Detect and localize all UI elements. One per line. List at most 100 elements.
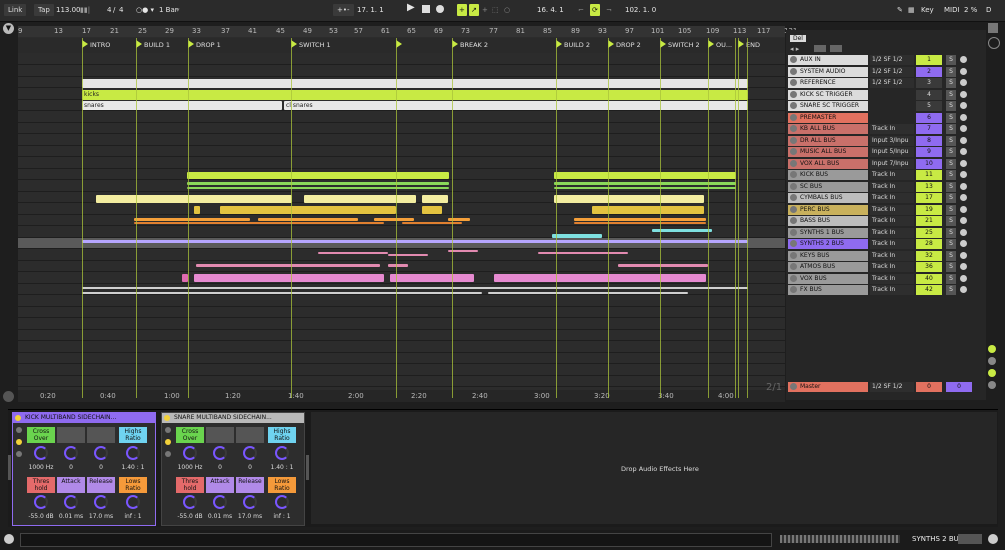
- track-name[interactable]: REFERENCE: [788, 78, 868, 88]
- track-input[interactable]: Track In: [870, 216, 914, 226]
- master-name[interactable]: Master: [788, 382, 868, 392]
- clip[interactable]: [422, 195, 448, 203]
- track-input[interactable]: Track In: [870, 227, 914, 238]
- mixer-track[interactable]: PREMASTER 6 S: [786, 112, 982, 124]
- clip[interactable]: [552, 234, 602, 238]
- mixer-track[interactable]: FX BUS Track In 42 S: [786, 285, 982, 296]
- locator-switch-2[interactable]: SWITCH 2: [660, 40, 700, 50]
- locator-build-2[interactable]: BUILD 2: [556, 40, 590, 50]
- mixer-track[interactable]: PERC BUS Track In 19 S: [786, 204, 982, 216]
- track-lane[interactable]: [18, 376, 785, 387]
- capture-icon[interactable]: ⬚: [492, 4, 499, 16]
- solo-button[interactable]: S: [946, 55, 956, 65]
- track-input[interactable]: Track In: [870, 170, 914, 180]
- locator-drop-1[interactable]: DROP 1: [188, 40, 221, 50]
- threshold-knob[interactable]: [34, 495, 48, 509]
- solo-button[interactable]: S: [946, 285, 956, 295]
- track-input[interactable]: Track In: [870, 204, 914, 215]
- track-number[interactable]: 21: [916, 216, 942, 226]
- mixer-track[interactable]: SC BUS Track In 13 S: [786, 181, 982, 193]
- solo-button[interactable]: S: [946, 147, 956, 157]
- clip[interactable]: [388, 264, 408, 267]
- track-input[interactable]: Track In: [870, 250, 914, 261]
- track-activator-icon[interactable]: [790, 90, 797, 98]
- stop-icon[interactable]: [422, 5, 430, 13]
- track-name[interactable]: KB ALL BUS: [788, 124, 868, 134]
- solo-button[interactable]: S: [946, 112, 956, 123]
- monitor-icon[interactable]: [960, 79, 967, 86]
- track-activator-icon[interactable]: [790, 205, 797, 213]
- macro-3-knob[interactable]: [243, 446, 257, 460]
- mixer-track[interactable]: BASS BUS Track In 21 S: [786, 216, 982, 227]
- track-lane[interactable]: [18, 134, 785, 146]
- track-name[interactable]: VOX BUS: [788, 273, 868, 284]
- monitor-icon[interactable]: [960, 251, 967, 259]
- solo-button[interactable]: S: [946, 135, 956, 146]
- clip[interactable]: [422, 206, 442, 214]
- monitor-icon[interactable]: [960, 90, 967, 98]
- mixer-toggle-icon[interactable]: [988, 369, 996, 377]
- io-toggle-icon[interactable]: [988, 37, 1000, 49]
- device-power-icon[interactable]: [15, 415, 21, 421]
- kick-sidechain-device[interactable]: KICK MULTIBAND SIDECHAIN... Cross Over Hig…: [12, 412, 156, 526]
- threshold-macro[interactable]: Thres hold: [176, 477, 204, 493]
- returns-toggle-icon[interactable]: [988, 357, 996, 365]
- clip[interactable]: [488, 292, 688, 294]
- overdub-button[interactable]: +: [457, 4, 467, 16]
- clip[interactable]: [494, 274, 706, 282]
- macro-3-knob[interactable]: [94, 446, 108, 460]
- track-lane[interactable]: [18, 353, 785, 364]
- sig-denominator[interactable]: 4: [119, 4, 123, 16]
- solo-button[interactable]: S: [946, 170, 956, 180]
- track-activator-icon[interactable]: [790, 125, 797, 132]
- quantize-chevron-icon[interactable]: ▾: [176, 4, 180, 16]
- solo-button[interactable]: S: [946, 216, 956, 226]
- track-name[interactable]: PREMASTER: [788, 112, 868, 123]
- clip[interactable]: [618, 264, 708, 267]
- track-number[interactable]: 1: [916, 55, 942, 65]
- clip[interactable]: cl snares: [284, 101, 748, 110]
- master-value-a[interactable]: 0: [916, 382, 942, 392]
- monitor-icon[interactable]: [960, 136, 967, 144]
- track-number[interactable]: 36: [916, 262, 942, 272]
- solo-button[interactable]: S: [946, 239, 956, 249]
- record-icon[interactable]: [436, 5, 444, 13]
- clip[interactable]: [402, 222, 462, 224]
- release-macro[interactable]: Release: [87, 477, 115, 493]
- mixer-track[interactable]: REFERENCE 1/2 SF 1/2 3 S: [786, 78, 982, 89]
- track-activator-icon[interactable]: [790, 67, 797, 75]
- clip[interactable]: [652, 229, 712, 232]
- macro-2-knob[interactable]: [64, 446, 78, 460]
- delete-button[interactable]: Del: [790, 35, 806, 42]
- monitor-icon[interactable]: [960, 194, 967, 201]
- track-name[interactable]: SYSTEM AUDIO: [788, 66, 868, 77]
- crossover-macro[interactable]: Cross Over: [176, 427, 204, 443]
- mixer-track[interactable]: CYMBALS BUS Track In 17 S: [786, 193, 982, 204]
- track-name[interactable]: PERC BUS: [788, 204, 868, 215]
- track-number[interactable]: 9: [916, 147, 942, 157]
- solo-button[interactable]: S: [946, 193, 956, 203]
- lows-ratio-macro[interactable]: Lows Ratio: [268, 477, 296, 493]
- track-activator-icon[interactable]: [790, 194, 797, 201]
- locator-switch-1[interactable]: SWITCH 1: [291, 40, 331, 50]
- metronome-icon[interactable]: ▮▮|: [80, 4, 90, 16]
- track-name[interactable]: DR ALL BUS: [788, 135, 868, 146]
- mixer-track[interactable]: SYSTEM AUDIO 1/2 SF 1/2 2 S: [786, 66, 982, 78]
- track-number[interactable]: 28: [916, 239, 942, 249]
- tap-button[interactable]: Tap: [34, 4, 54, 16]
- macro-3[interactable]: [236, 427, 264, 443]
- crossover-knob[interactable]: [183, 446, 197, 460]
- track-lane[interactable]: [18, 54, 785, 65]
- device-side-toggle-icon[interactable]: [16, 427, 22, 433]
- solo-button[interactable]: S: [946, 66, 956, 77]
- track-activator-icon[interactable]: [790, 148, 797, 155]
- punch-in-icon[interactable]: ⌐: [578, 4, 584, 16]
- info-toggle-icon[interactable]: [4, 534, 14, 544]
- locator-unnamed[interactable]: [396, 40, 404, 50]
- track-activator-icon[interactable]: [790, 56, 797, 63]
- track-input[interactable]: [870, 113, 914, 123]
- loop-start-field[interactable]: 16. 4. 1: [537, 4, 564, 16]
- track-activator-icon[interactable]: [790, 251, 797, 259]
- device-side-toggle-icon[interactable]: [16, 439, 22, 445]
- release-knob[interactable]: [243, 495, 257, 509]
